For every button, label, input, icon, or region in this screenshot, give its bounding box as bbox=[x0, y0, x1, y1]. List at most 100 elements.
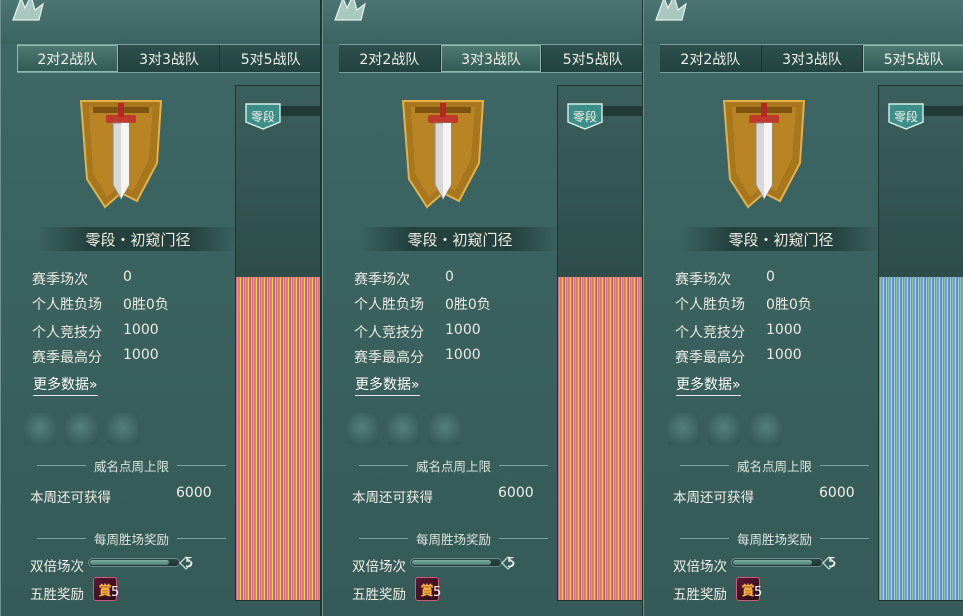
double-matches-progress-bar bbox=[731, 558, 823, 567]
personal-score-value: 1000 bbox=[123, 322, 159, 338]
prestige-remaining-label: 本周还可获得 bbox=[30, 490, 111, 506]
five-win-reward-label: 五胜奖励 bbox=[30, 587, 84, 603]
reward-count: 5 bbox=[433, 585, 442, 600]
tab-5v5-team[interactable]: 5对5战队 bbox=[542, 45, 642, 72]
double-matches-count: 5 bbox=[185, 556, 194, 571]
prestige-remaining-label: 本周还可获得 bbox=[673, 490, 754, 506]
tab-2v2-team[interactable]: 2对2战队 bbox=[660, 45, 762, 72]
season-high-label: 赛季最高分 bbox=[675, 350, 745, 366]
rank-board-render-artifact bbox=[236, 277, 320, 600]
tab-5v5-team[interactable]: 5对5战队 bbox=[863, 45, 963, 72]
rank-board: 零段 bbox=[235, 85, 320, 601]
more-data-link[interactable]: 更多数据» bbox=[355, 374, 420, 396]
double-matches-count: 5 bbox=[828, 556, 837, 571]
season-matches-label: 赛季场次 bbox=[354, 272, 410, 288]
rank-board: 零段 bbox=[878, 85, 963, 601]
rank-tag-label: 零段 bbox=[893, 110, 918, 124]
reward-count: 5 bbox=[754, 585, 763, 600]
tab-3v3-team[interactable]: 3对3战队 bbox=[119, 45, 221, 72]
rank-tag-label: 零段 bbox=[250, 110, 275, 124]
season-high-label: 赛季最高分 bbox=[32, 350, 102, 366]
skill-slot-icon[interactable] bbox=[667, 413, 699, 445]
win-loss-label: 个人胜负场 bbox=[32, 297, 102, 313]
double-matches-label: 双倍场次 bbox=[673, 559, 727, 575]
arena-panel: 2对2战队 3对3战队 5对5战队 零段・初窥门径 赛季场次 0 个人胜负场 0… bbox=[322, 0, 643, 616]
more-data-link[interactable]: 更多数据» bbox=[676, 374, 741, 396]
ornament-corner-icon bbox=[334, 0, 366, 21]
skill-slot-icon[interactable] bbox=[750, 413, 782, 445]
double-matches-label: 双倍场次 bbox=[352, 559, 406, 575]
season-matches-label: 赛季场次 bbox=[32, 272, 88, 288]
more-data-link[interactable]: 更多数据» bbox=[33, 374, 98, 396]
reward-count: 5 bbox=[111, 585, 120, 600]
panel-header-bar bbox=[1, 0, 320, 44]
tab-3v3-team[interactable]: 3对3战队 bbox=[440, 45, 543, 72]
prestige-remaining-value: 6000 bbox=[498, 485, 534, 501]
rank-board-render-artifact bbox=[558, 277, 642, 600]
season-matches-value: 0 bbox=[445, 269, 454, 285]
weekly-win-reward-header: 每周胜场奖励 bbox=[29, 529, 234, 547]
personal-score-label: 个人竞技分 bbox=[675, 325, 745, 341]
season-high-label: 赛季最高分 bbox=[354, 350, 424, 366]
tab-2v2-team[interactable]: 2对2战队 bbox=[17, 45, 119, 72]
team-size-tabs: 2对2战队 3对3战队 5对5战队 bbox=[660, 44, 963, 73]
personal-score-value: 1000 bbox=[766, 322, 802, 338]
win-loss-label: 个人胜负场 bbox=[675, 297, 745, 313]
season-high-value: 1000 bbox=[123, 347, 159, 363]
skill-slot-icon[interactable] bbox=[429, 413, 461, 445]
win-loss-value: 0胜0负 bbox=[766, 297, 812, 313]
weekly-win-reward-header: 每周胜场奖励 bbox=[351, 529, 556, 547]
personal-score-value: 1000 bbox=[445, 322, 481, 338]
skill-slot-icon[interactable] bbox=[387, 413, 419, 445]
rank-board-render-artifact bbox=[879, 277, 963, 600]
skill-slot-icon[interactable] bbox=[24, 413, 56, 445]
panel-header-bar bbox=[644, 0, 963, 44]
tab-5v5-team[interactable]: 5对5战队 bbox=[220, 45, 320, 72]
five-win-reward-label: 五胜奖励 bbox=[673, 587, 727, 603]
double-matches-label: 双倍场次 bbox=[30, 559, 84, 575]
season-matches-value: 0 bbox=[766, 269, 775, 285]
skill-slot-icon[interactable] bbox=[708, 413, 740, 445]
win-loss-value: 0胜0负 bbox=[445, 297, 491, 313]
win-loss-label: 个人胜负场 bbox=[354, 297, 424, 313]
season-matches-label: 赛季场次 bbox=[675, 272, 731, 288]
skill-slot-icon[interactable] bbox=[107, 413, 139, 445]
arena-panel: 2对2战队 3对3战队 5对5战队 零段・初窥门径 赛季场次 0 个人胜负场 0… bbox=[0, 0, 321, 616]
double-matches-count: 5 bbox=[507, 556, 516, 571]
rank-title: 零段・初窥门径 bbox=[682, 227, 880, 251]
personal-score-label: 个人竞技分 bbox=[354, 325, 424, 341]
double-matches-progress-bar bbox=[410, 558, 502, 567]
rank-tag-label: 零段 bbox=[572, 110, 597, 124]
rank-sword-emblem-icon bbox=[79, 100, 163, 209]
season-high-value: 1000 bbox=[766, 347, 802, 363]
rank-board: 零段 bbox=[557, 85, 642, 601]
weekly-win-reward-header: 每周胜场奖励 bbox=[672, 529, 877, 547]
prestige-remaining-label: 本周还可获得 bbox=[352, 490, 433, 506]
team-size-tabs: 2对2战队 3对3战队 5对5战队 bbox=[17, 44, 320, 73]
rank-title: 零段・初窥门径 bbox=[39, 227, 237, 251]
rank-title: 零段・初窥门径 bbox=[361, 227, 559, 251]
arena-stats-screens: 2对2战队 3对3战队 5对5战队 零段・初窥门径 赛季场次 0 个人胜负场 0… bbox=[0, 0, 963, 616]
season-matches-value: 0 bbox=[123, 269, 132, 285]
win-loss-value: 0胜0负 bbox=[123, 297, 169, 313]
prestige-cap-header: 威名点周上限 bbox=[672, 456, 877, 474]
tab-2v2-team[interactable]: 2对2战队 bbox=[339, 45, 441, 72]
arena-panel: 2对2战队 3对3战队 5对5战队 零段・初窥门径 赛季场次 0 个人胜负场 0… bbox=[643, 0, 963, 616]
tab-3v3-team[interactable]: 3对3战队 bbox=[762, 45, 864, 72]
rank-sword-emblem-icon bbox=[401, 100, 485, 209]
double-matches-progress-bar bbox=[88, 558, 180, 567]
skill-slot-icon[interactable] bbox=[346, 413, 378, 445]
five-win-reward-label: 五胜奖励 bbox=[352, 587, 406, 603]
season-high-value: 1000 bbox=[445, 347, 481, 363]
team-size-tabs: 2对2战队 3对3战队 5对5战队 bbox=[339, 44, 642, 73]
rank-sword-emblem-icon bbox=[722, 100, 806, 209]
prestige-remaining-value: 6000 bbox=[176, 485, 212, 501]
prestige-cap-header: 威名点周上限 bbox=[351, 456, 556, 474]
personal-score-label: 个人竞技分 bbox=[32, 325, 102, 341]
prestige-remaining-value: 6000 bbox=[819, 485, 855, 501]
ornament-corner-icon bbox=[12, 0, 44, 21]
prestige-cap-header: 威名点周上限 bbox=[29, 456, 234, 474]
panel-header-bar bbox=[323, 0, 642, 44]
ornament-corner-icon bbox=[655, 0, 687, 21]
skill-slot-icon[interactable] bbox=[65, 413, 97, 445]
